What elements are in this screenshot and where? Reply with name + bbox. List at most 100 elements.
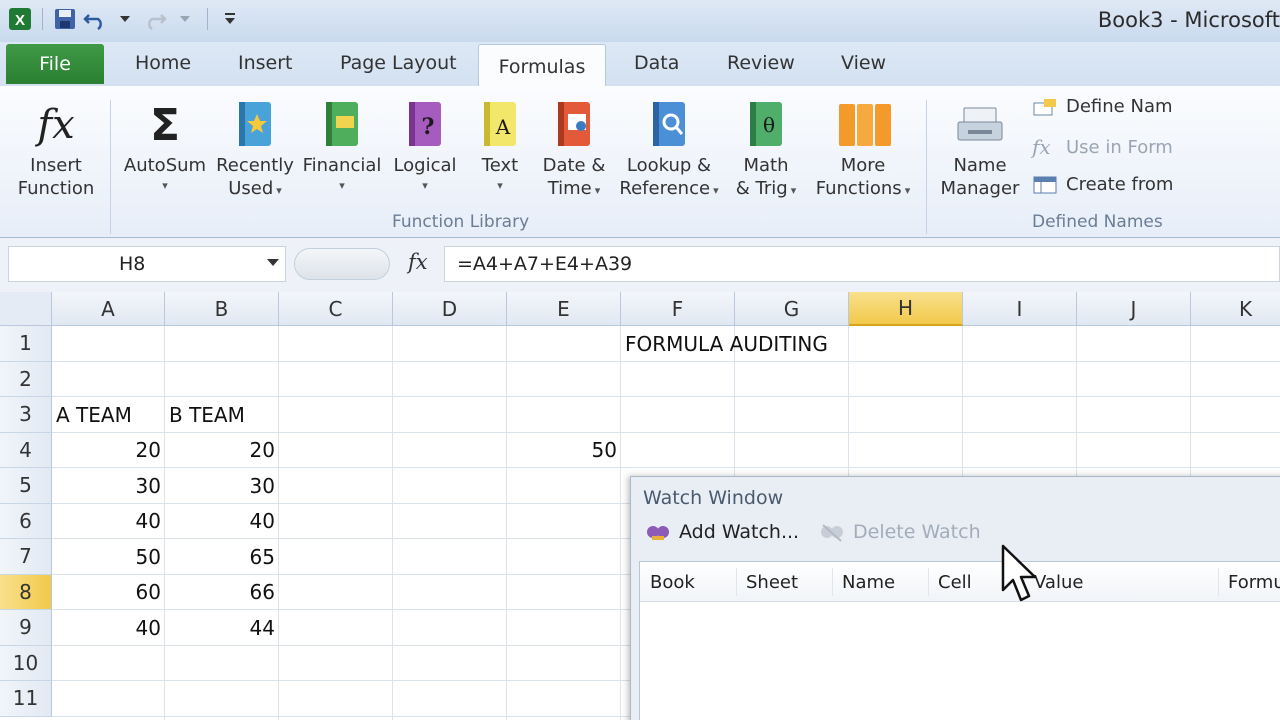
row-header-9[interactable]: 9 <box>0 610 52 646</box>
redo-icon[interactable] <box>143 6 167 32</box>
cell-a5[interactable]: 30 <box>52 468 165 504</box>
row-header-11[interactable]: 11 <box>0 681 52 717</box>
row-header-7[interactable]: 7 <box>0 539 52 575</box>
insert-function-button[interactable]: fx Insert Function <box>12 94 100 200</box>
watch-column-name[interactable]: Name <box>842 572 895 593</box>
more-functions-books-icon <box>835 94 891 154</box>
math-trig-book-icon: θ <box>738 94 794 154</box>
row-header-1[interactable]: 1 <box>0 326 52 362</box>
redo-dropdown-icon[interactable] <box>173 6 197 32</box>
cell-f1[interactable]: FORMULA AUDITING <box>621 326 921 362</box>
row-header-5[interactable]: 5 <box>0 468 52 504</box>
save-icon[interactable] <box>53 6 77 32</box>
svg-text:Σ: Σ <box>150 100 180 151</box>
cell-a9[interactable]: 40 <box>52 610 165 646</box>
financial-book-icon <box>314 94 370 154</box>
text-button[interactable]: A Text ▾ <box>468 94 532 195</box>
date-time-book-icon <box>546 94 602 154</box>
watch-window[interactable]: Watch Window Add Watch... Delete Watch B… <box>630 476 1280 720</box>
lookup-reference-button[interactable]: Lookup & Reference ▾ <box>614 94 724 202</box>
define-name-icon <box>1033 98 1056 115</box>
row-header-10[interactable]: 10 <box>0 645 52 681</box>
svg-text:X: X <box>15 12 25 29</box>
customize-qat-icon[interactable] <box>218 6 242 32</box>
tab-file[interactable]: File <box>6 44 104 84</box>
watch-column-cell[interactable]: Cell <box>938 572 972 593</box>
tab-page-layout[interactable]: Page Layout <box>340 52 457 74</box>
title-bar: X Book3 - Microsoft <box>0 0 1280 42</box>
tab-review[interactable]: Review <box>727 52 795 74</box>
logical-book-icon: ? <box>397 94 453 154</box>
cell-a7[interactable]: 50 <box>52 539 165 575</box>
lookup-book-icon <box>641 94 697 154</box>
more-functions-button[interactable]: More Functions ▾ <box>808 94 918 202</box>
excel-app-icon[interactable]: X <box>8 6 32 32</box>
define-name-button[interactable]: Define Nam <box>1032 96 1173 117</box>
recently-used-button[interactable]: Recently Used ▾ <box>213 94 297 202</box>
ribbon-tabs: Home Insert Page Layout Data Review View <box>0 42 1280 86</box>
column-header-c[interactable]: C <box>279 292 393 326</box>
cell-b6[interactable]: 40 <box>165 504 279 540</box>
sigma-icon: Σ <box>137 94 193 154</box>
name-box[interactable]: H8 <box>8 246 286 282</box>
row-header-8[interactable]: 8 <box>0 574 52 610</box>
column-header-h[interactable]: H <box>849 292 963 326</box>
svg-text:fx: fx <box>34 102 74 148</box>
row-header-6[interactable]: 6 <box>0 503 52 539</box>
undo-dropdown-icon[interactable] <box>113 6 137 32</box>
tab-insert[interactable]: Insert <box>238 52 293 74</box>
tab-data[interactable]: Data <box>634 52 679 74</box>
watch-list[interactable]: Book Sheet Name Cell Value Formu <box>639 561 1280 720</box>
ribbon: fx Insert Function Σ AutoSum ▾ Recently … <box>0 86 1280 238</box>
column-header-e[interactable]: E <box>507 292 621 326</box>
cell-b3[interactable]: B TEAM <box>165 397 465 433</box>
name-manager-button[interactable]: Name Manager <box>936 94 1024 200</box>
undo-icon[interactable] <box>83 6 107 32</box>
tab-home[interactable]: Home <box>135 52 191 74</box>
cell-a6[interactable]: 40 <box>52 504 165 540</box>
row-header-3[interactable]: 3 <box>0 397 52 433</box>
row-header-2[interactable]: 2 <box>0 361 52 397</box>
cell-b9[interactable]: 44 <box>165 610 279 646</box>
create-from-selection-button[interactable]: Create from <box>1032 174 1173 195</box>
cell-a4[interactable]: 20 <box>52 433 165 469</box>
use-in-formula-button[interactable]: fx Use in Form <box>1032 135 1173 159</box>
cell-b4[interactable]: 20 <box>165 433 279 469</box>
column-header-k[interactable]: K <box>1191 292 1280 326</box>
tab-formulas[interactable]: Formulas <box>478 44 606 88</box>
financial-button[interactable]: Financial ▾ <box>300 94 384 195</box>
name-box-dropdown-icon[interactable] <box>267 259 279 266</box>
watch-list-header: Book Sheet Name Cell Value Formu <box>640 562 1280 602</box>
insert-function-fx-icon[interactable]: fx <box>408 250 428 274</box>
column-header-f[interactable]: F <box>621 292 735 326</box>
svg-text:A: A <box>495 115 511 139</box>
formula-input[interactable]: =A4+A7+E4+A39 <box>444 246 1280 282</box>
cell-a8[interactable]: 60 <box>52 575 165 611</box>
quick-access-toolbar: X <box>8 6 242 32</box>
watch-column-book[interactable]: Book <box>650 572 695 593</box>
add-watch-button[interactable]: Add Watch... <box>645 521 799 543</box>
formula-bar-button-group <box>294 248 390 280</box>
column-header-a[interactable]: A <box>52 292 165 326</box>
column-header-i[interactable]: I <box>963 292 1077 326</box>
autosum-button[interactable]: Σ AutoSum ▾ <box>120 94 210 195</box>
cell-b8[interactable]: 66 <box>165 575 279 611</box>
column-header-j[interactable]: J <box>1077 292 1191 326</box>
date-time-button[interactable]: Date & Time ▾ <box>536 94 612 202</box>
watch-column-formula[interactable]: Formu <box>1228 572 1280 593</box>
cell-b5[interactable]: 30 <box>165 468 279 504</box>
select-all-corner[interactable] <box>0 292 52 326</box>
row-header-4[interactable]: 4 <box>0 432 52 468</box>
tab-view[interactable]: View <box>841 52 886 74</box>
use-in-formula-icon: fx <box>1032 135 1051 159</box>
cell-b7[interactable]: 65 <box>165 539 279 575</box>
column-header-d[interactable]: D <box>393 292 507 326</box>
column-header-g[interactable]: G <box>735 292 849 326</box>
cell-e4[interactable]: 50 <box>507 433 621 469</box>
watch-column-sheet[interactable]: Sheet <box>746 572 798 593</box>
logical-button[interactable]: ? Logical ▾ <box>388 94 462 195</box>
watch-column-value[interactable]: Value <box>1034 572 1083 593</box>
column-header-b[interactable]: B <box>165 292 279 326</box>
math-trig-button[interactable]: θ Math & Trig ▾ <box>728 94 804 202</box>
delete-watch-button[interactable]: Delete Watch <box>819 521 981 543</box>
